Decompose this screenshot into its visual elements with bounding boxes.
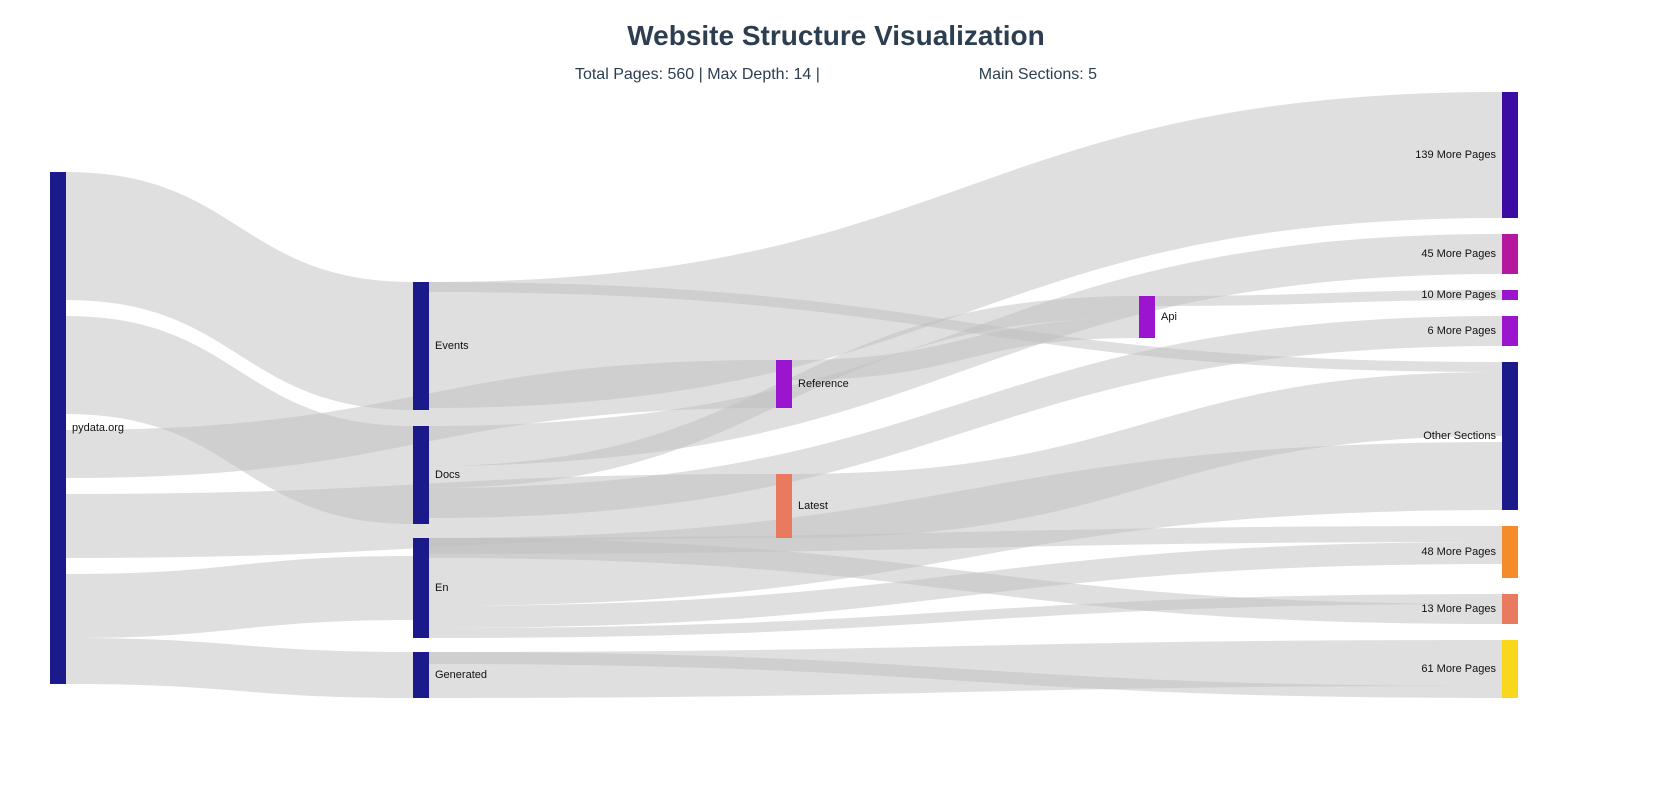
sankey-link[interactable] xyxy=(66,556,413,638)
sankey-node-10_more[interactable] xyxy=(1502,290,1518,300)
sankey-node-label: Latest xyxy=(798,500,828,512)
sankey-node-label: Docs xyxy=(435,469,461,481)
sankey-node-docs[interactable] xyxy=(413,426,429,524)
sankey-node-label: Events xyxy=(435,340,469,352)
sankey-node-label: 10 More Pages xyxy=(1421,289,1496,301)
sankey-node-48_more[interactable] xyxy=(1502,526,1518,578)
sankey-node-label: Reference xyxy=(798,378,849,390)
sankey-node-label: Other Sections xyxy=(1423,430,1496,442)
sankey-node-61_more[interactable] xyxy=(1502,640,1518,698)
sankey-diagram[interactable]: pydata.org Events Docs En Generated Reference… xyxy=(0,0,1672,800)
sankey-node-other_sections[interactable] xyxy=(1502,362,1518,510)
sankey-node-45_more[interactable] xyxy=(1502,234,1518,274)
sankey-node-6_more[interactable] xyxy=(1502,316,1518,346)
sankey-node-generated[interactable] xyxy=(413,652,429,698)
sankey-node-en[interactable] xyxy=(413,538,429,638)
sankey-node-label: 13 More Pages xyxy=(1421,603,1496,615)
sankey-node-events[interactable] xyxy=(413,282,429,410)
sankey-node-api[interactable] xyxy=(1139,296,1155,338)
sankey-node-label: 6 More Pages xyxy=(1428,325,1497,337)
sankey-node-label: 48 More Pages xyxy=(1421,546,1496,558)
sankey-node-reference[interactable] xyxy=(776,360,792,408)
sankey-node-139_more[interactable] xyxy=(1502,92,1518,218)
sankey-node-pydata[interactable] xyxy=(50,172,66,684)
sankey-link[interactable] xyxy=(66,638,413,698)
sankey-node-label: 45 More Pages xyxy=(1421,248,1496,260)
sankey-node-label: pydata.org xyxy=(72,422,124,434)
sankey-node-13_more[interactable] xyxy=(1502,594,1518,624)
sankey-node-label: Generated xyxy=(435,669,487,681)
sankey-node-label: 139 More Pages xyxy=(1415,149,1496,161)
sankey-node-label: 61 More Pages xyxy=(1421,663,1496,675)
sankey-node-latest[interactable] xyxy=(776,474,792,538)
sankey-node-label: Api xyxy=(1161,311,1177,323)
sankey-node-label: En xyxy=(435,582,448,594)
